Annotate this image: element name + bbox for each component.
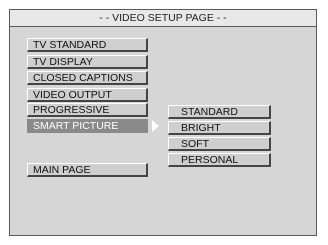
- main-page-button[interactable]: MAIN PAGE: [27, 163, 148, 177]
- menu-item-video-output[interactable]: VIDEO OUTPUT: [27, 88, 148, 102]
- menu-item-progressive[interactable]: PROGRESSIVE: [27, 103, 148, 117]
- page-title: - - VIDEO SETUP PAGE - -: [10, 10, 316, 27]
- submenu-item-soft[interactable]: SOFT: [168, 137, 271, 151]
- menu-item-closed-captions[interactable]: CLOSED CAPTIONS: [27, 71, 148, 85]
- menu-item-tv-display[interactable]: TV DISPLAY: [27, 55, 148, 69]
- menu-item-tv-standard[interactable]: TV STANDARD: [27, 38, 148, 52]
- submenu-item-personal[interactable]: PERSONAL: [168, 153, 271, 167]
- submenu-item-standard[interactable]: STANDARD: [168, 105, 271, 119]
- arrow-right-icon: [152, 120, 159, 132]
- menu-item-smart-picture[interactable]: SMART PICTURE: [27, 119, 148, 133]
- submenu-item-bright[interactable]: BRIGHT: [168, 121, 271, 135]
